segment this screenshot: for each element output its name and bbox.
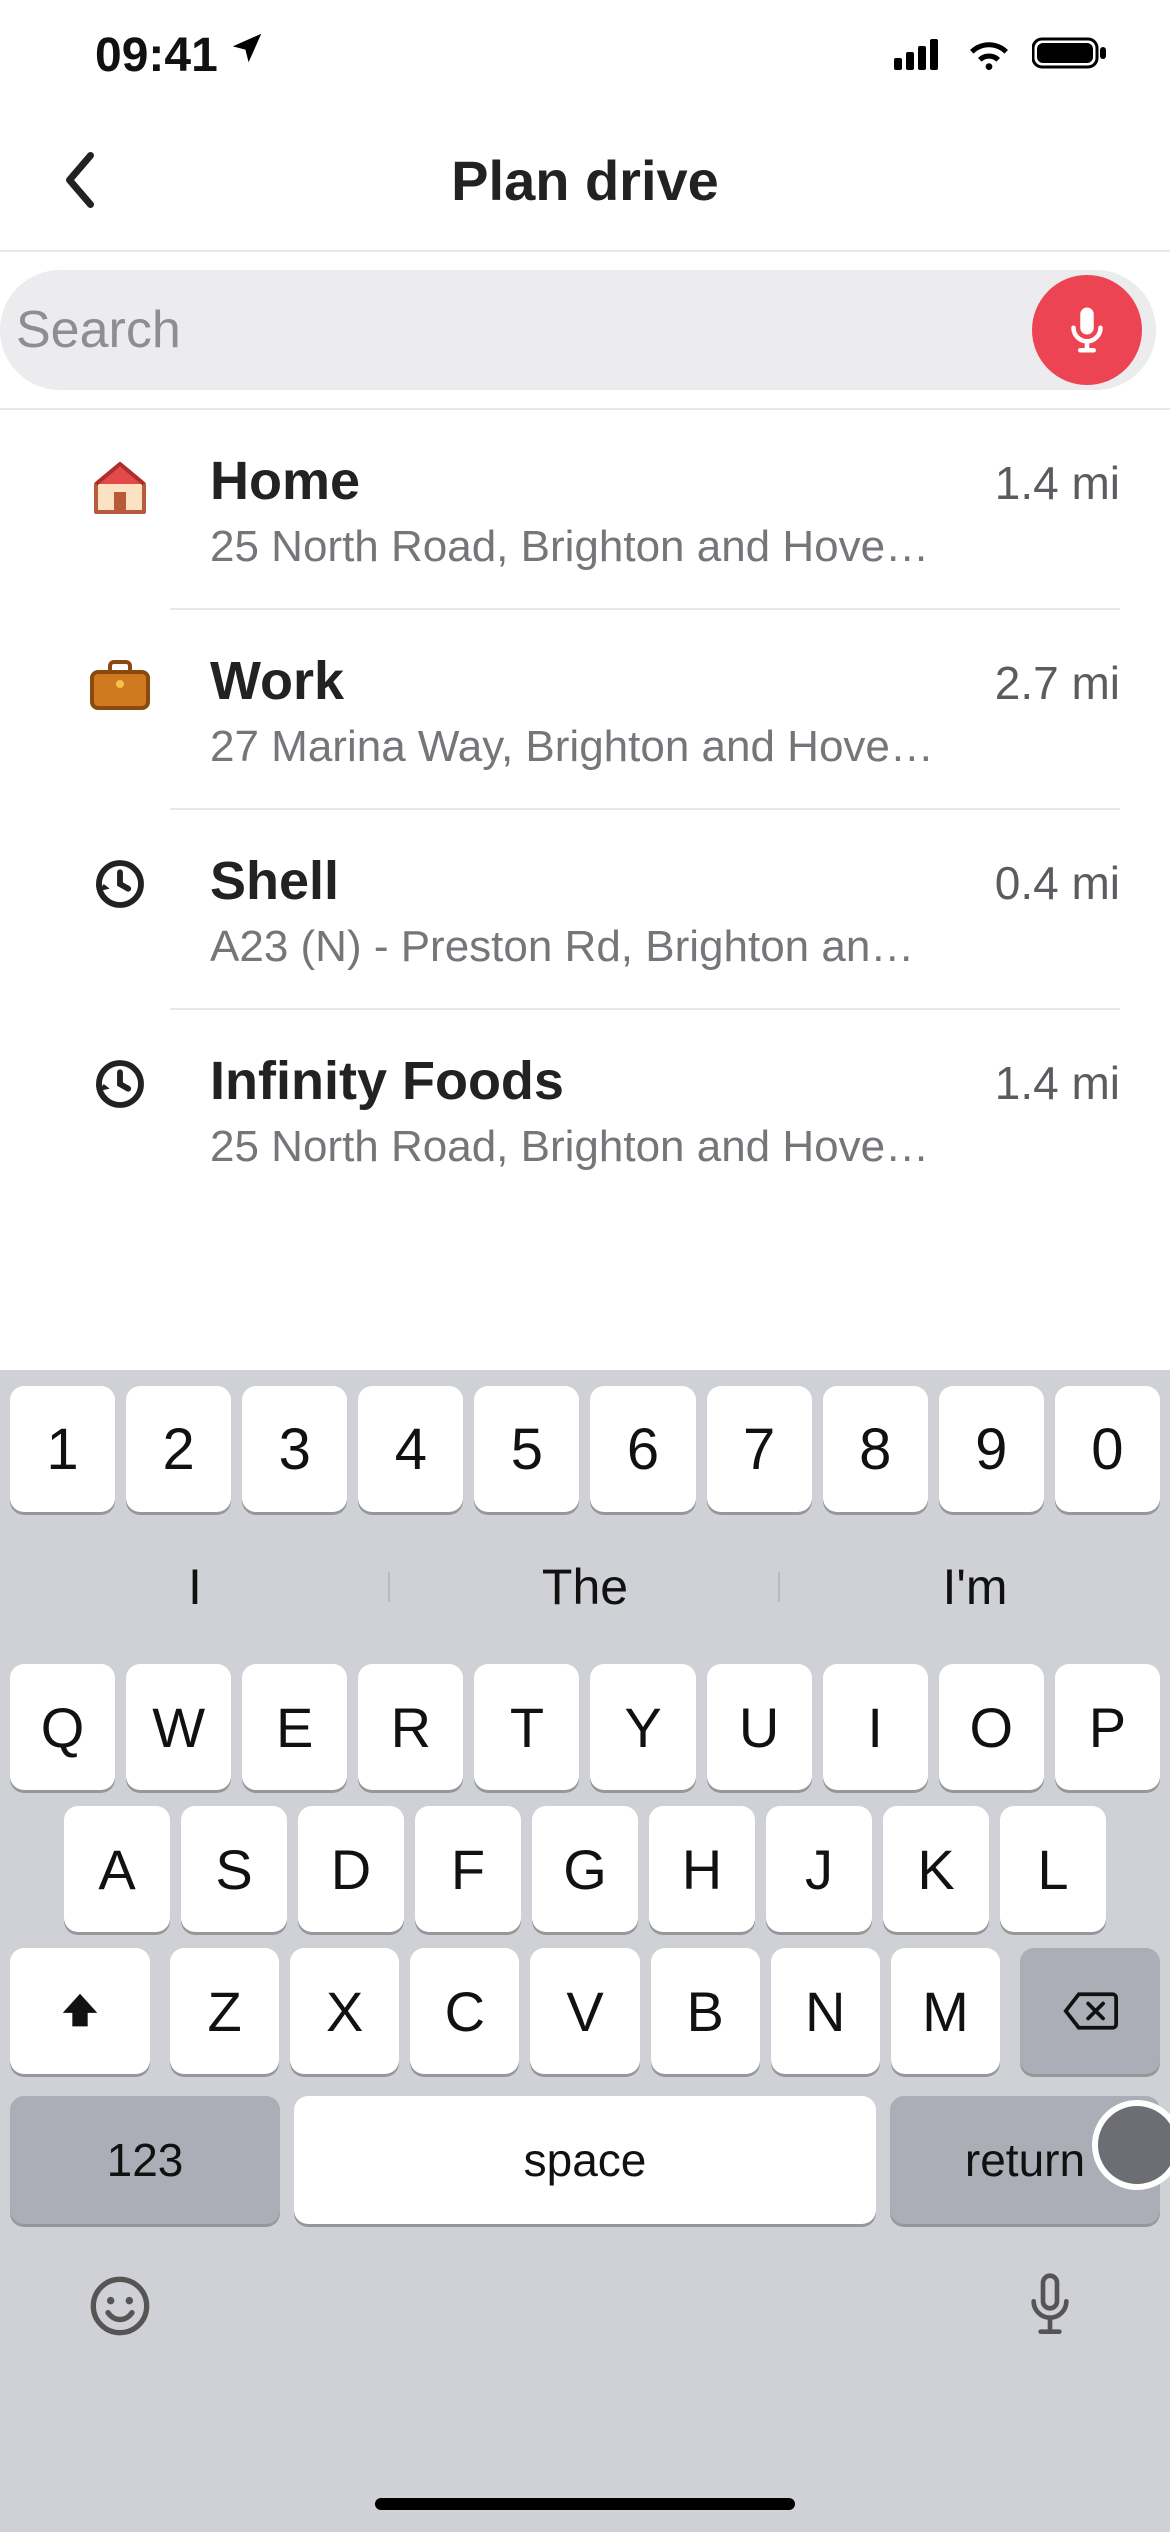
microphone-icon (1060, 303, 1114, 357)
list-item[interactable]: Home 1.4 mi 25 North Road, Brighton and … (0, 410, 1170, 610)
key-a[interactable]: A (64, 1806, 170, 1932)
key-1[interactable]: 1 (10, 1386, 115, 1512)
key-z[interactable]: Z (170, 1948, 279, 2074)
search-container (0, 252, 1170, 410)
status-time: 09:41 (95, 28, 218, 83)
battery-icon (1032, 35, 1110, 76)
key-i[interactable]: I (823, 1664, 928, 1790)
suggestion[interactable]: I'm (780, 1558, 1170, 1616)
emoji-button[interactable] (80, 2266, 160, 2346)
result-title: Infinity Foods (210, 1050, 564, 1112)
key-c[interactable]: C (410, 1948, 519, 2074)
result-distance: 1.4 mi (995, 1056, 1120, 1110)
history-icon (70, 1050, 170, 1112)
numeric-switch-key[interactable]: 123 (10, 2096, 280, 2224)
key-t[interactable]: T (474, 1664, 579, 1790)
result-distance: 2.7 mi (995, 656, 1120, 710)
key-2[interactable]: 2 (126, 1386, 231, 1512)
backspace-icon (1062, 1990, 1118, 2032)
result-subtitle: 27 Marina Way, Brighton and Hove… (210, 722, 1110, 772)
keyboard-row-1: Q W E R T Y U I O P (0, 1656, 1170, 1798)
chevron-left-icon (62, 152, 98, 208)
keyboard: 1 2 3 4 5 6 7 8 9 0 I The I'm Q W E R T … (0, 1370, 1170, 2532)
result-title: Home (210, 450, 360, 512)
cellular-icon (894, 36, 946, 75)
backspace-key[interactable] (1020, 1948, 1160, 2074)
key-l[interactable]: L (1000, 1806, 1106, 1932)
key-y[interactable]: Y (590, 1664, 695, 1790)
emoji-icon (88, 2274, 152, 2338)
key-x[interactable]: X (290, 1948, 399, 2074)
result-title: Shell (210, 850, 339, 912)
keyboard-number-row: 1 2 3 4 5 6 7 8 9 0 (0, 1370, 1170, 1522)
key-o[interactable]: O (939, 1664, 1044, 1790)
key-0[interactable]: 0 (1055, 1386, 1160, 1512)
key-8[interactable]: 8 (823, 1386, 928, 1512)
home-icon (70, 450, 170, 520)
key-p[interactable]: P (1055, 1664, 1160, 1790)
key-e[interactable]: E (242, 1664, 347, 1790)
header: Plan drive (0, 110, 1170, 250)
key-6[interactable]: 6 (590, 1386, 695, 1512)
key-v[interactable]: V (530, 1948, 639, 2074)
key-7[interactable]: 7 (707, 1386, 812, 1512)
key-9[interactable]: 9 (939, 1386, 1044, 1512)
list-item[interactable]: Infinity Foods 1.4 mi 25 North Road, Bri… (0, 1010, 1170, 1208)
keyboard-suggestions: I The I'm (0, 1532, 1170, 1642)
key-n[interactable]: N (771, 1948, 880, 2074)
keyboard-row-2: A S D F G H J K L (0, 1798, 1170, 1940)
key-5[interactable]: 5 (474, 1386, 579, 1512)
result-distance: 1.4 mi (995, 456, 1120, 510)
key-g[interactable]: G (532, 1806, 638, 1932)
suggestion[interactable]: I (0, 1558, 390, 1616)
key-m[interactable]: M (891, 1948, 1000, 2074)
key-3[interactable]: 3 (242, 1386, 347, 1512)
key-b[interactable]: B (651, 1948, 760, 2074)
keyboard-row-3: Z X C V B N M (0, 1940, 1170, 2082)
key-k[interactable]: K (883, 1806, 989, 1932)
result-distance: 0.4 mi (995, 856, 1120, 910)
key-h[interactable]: H (649, 1806, 755, 1932)
search-pill[interactable] (0, 270, 1156, 390)
result-subtitle: 25 North Road, Brighton and Hove… (210, 522, 1110, 572)
search-input[interactable] (16, 300, 1032, 360)
work-icon (70, 650, 170, 712)
dictation-button[interactable] (1010, 2266, 1090, 2346)
key-r[interactable]: R (358, 1664, 463, 1790)
result-title: Work (210, 650, 344, 712)
key-q[interactable]: Q (10, 1664, 115, 1790)
key-w[interactable]: W (126, 1664, 231, 1790)
page-title: Plan drive (451, 148, 719, 213)
list-item[interactable]: Shell 0.4 mi A23 (N) - Preston Rd, Brigh… (0, 810, 1170, 1010)
key-d[interactable]: D (298, 1806, 404, 1932)
key-4[interactable]: 4 (358, 1386, 463, 1512)
wifi-icon (964, 35, 1014, 76)
keyboard-bottom-row: 123 space return (0, 2082, 1170, 2230)
keyboard-footer (0, 2230, 1170, 2532)
key-j[interactable]: J (766, 1806, 872, 1932)
result-subtitle: 25 North Road, Brighton and Hove… (210, 1122, 1110, 1172)
home-indicator[interactable] (375, 2498, 795, 2510)
key-s[interactable]: S (181, 1806, 287, 1932)
voice-search-button[interactable] (1032, 275, 1142, 385)
location-arrow-icon (228, 29, 266, 77)
key-f[interactable]: F (415, 1806, 521, 1932)
back-button[interactable] (40, 140, 120, 220)
result-subtitle: A23 (N) - Preston Rd, Brighton an… (210, 922, 1110, 972)
shift-icon (57, 1988, 103, 2034)
shift-key[interactable] (10, 1948, 150, 2074)
list-item[interactable]: Work 2.7 mi 27 Marina Way, Brighton and … (0, 610, 1170, 810)
suggestion[interactable]: The (390, 1558, 780, 1616)
key-u[interactable]: U (707, 1664, 812, 1790)
results-list: Home 1.4 mi 25 North Road, Brighton and … (0, 410, 1170, 1208)
history-icon (70, 850, 170, 912)
microphone-icon (1022, 2270, 1078, 2342)
status-bar: 09:41 (0, 0, 1170, 110)
space-key[interactable]: space (294, 2096, 876, 2224)
